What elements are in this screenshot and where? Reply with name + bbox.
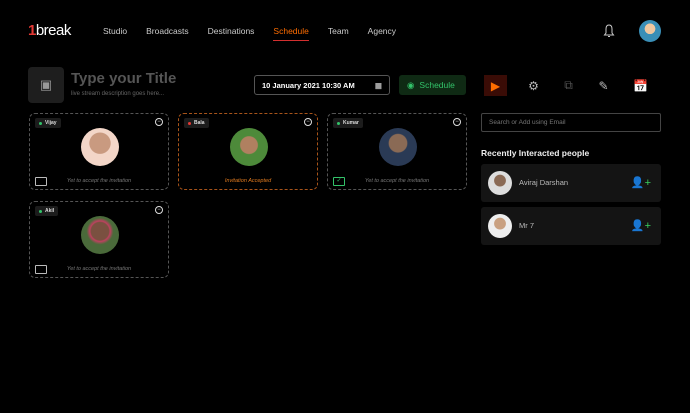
participant-card[interactable]: Akil − Yet to accept the invitation [29, 201, 169, 278]
participant-card[interactable]: Vijay − Yet to accept the invitation [29, 113, 169, 190]
search-email-input[interactable] [481, 113, 661, 132]
remove-icon[interactable]: − [453, 118, 461, 126]
offline-dot [188, 121, 191, 125]
bell-icon[interactable] [603, 24, 615, 38]
title-input[interactable]: Type your Title [71, 70, 176, 87]
clock-icon: ◉ [407, 79, 415, 90]
remove-icon[interactable]: − [155, 206, 163, 214]
calendar-icon: ▦ [374, 81, 382, 90]
nav-studio[interactable]: Studio [103, 26, 127, 36]
person-avatar [488, 171, 512, 195]
description-input[interactable]: live stream description goes here... [71, 91, 164, 97]
live-stream-icon[interactable]: ▶ [484, 75, 507, 96]
name-tag: Akil [35, 206, 59, 216]
remove-icon[interactable]: − [155, 118, 163, 126]
person-name: Mr 7 [519, 221, 534, 230]
nav-schedule[interactable]: Schedule [273, 26, 310, 41]
nav-destinations[interactable]: Destinations [208, 26, 255, 36]
name-tag: Kumar [333, 118, 363, 128]
recent-heading: Recently Interacted people [481, 148, 590, 158]
participant-name: Akil [45, 208, 55, 214]
calendar-edit-icon[interactable]: 📅 [629, 75, 652, 96]
online-dot [39, 209, 42, 213]
main-nav: Studio Broadcasts Destinations Schedule … [103, 26, 396, 41]
datetime-picker[interactable]: 10 January 2021 10:30 AM ▦ [254, 75, 390, 95]
participant-photo [379, 128, 417, 166]
person-avatar [488, 214, 512, 238]
copy-icon[interactable]: ⧉ [557, 75, 580, 96]
thumbnail-upload-icon[interactable]: ▣ [28, 67, 64, 103]
invite-status: Yet to accept the invitation [66, 178, 132, 184]
participant-photo [81, 216, 119, 254]
participant-photo [230, 128, 268, 166]
person-name: Aviraj Darshan [519, 178, 569, 187]
schedule-label: Schedule [419, 80, 455, 90]
online-dot [337, 121, 340, 125]
online-dot [39, 121, 42, 125]
nav-broadcasts[interactable]: Broadcasts [146, 26, 189, 36]
name-tag: Bala [184, 118, 209, 128]
nav-agency[interactable]: Agency [368, 26, 396, 36]
add-user-icon[interactable]: 👤+ [631, 219, 651, 232]
logo[interactable]: 1break [28, 22, 71, 39]
schedule-button[interactable]: ◉ Schedule [399, 75, 466, 95]
user-avatar[interactable] [639, 20, 661, 42]
invite-status: Yet to accept the invitation [66, 266, 132, 272]
person-row[interactable]: Mr 7 👤+ [481, 207, 661, 245]
participant-card[interactable]: Bala − Invitation Accepted [178, 113, 318, 190]
add-user-icon[interactable]: 👤+ [631, 176, 651, 189]
pencil-icon[interactable]: ✎ [592, 75, 615, 96]
remove-icon[interactable]: − [304, 118, 312, 126]
invite-status: Invitation Accepted [224, 178, 272, 184]
person-row[interactable]: Aviraj Darshan 👤+ [481, 164, 661, 202]
participant-name: Vijay [45, 120, 57, 126]
invite-status: Yet to accept the invitation [364, 178, 430, 184]
participant-card[interactable]: Kumar − ✓ Yet to accept the invitation [327, 113, 467, 190]
name-tag: Vijay [35, 118, 61, 128]
datetime-value: 10 January 2021 10:30 AM [262, 81, 355, 90]
nav-team[interactable]: Team [328, 26, 349, 36]
participant-photo [81, 128, 119, 166]
participant-name: Bala [194, 120, 205, 126]
settings-icon[interactable]: ⚙ [522, 75, 545, 96]
participant-name: Kumar [343, 120, 359, 126]
